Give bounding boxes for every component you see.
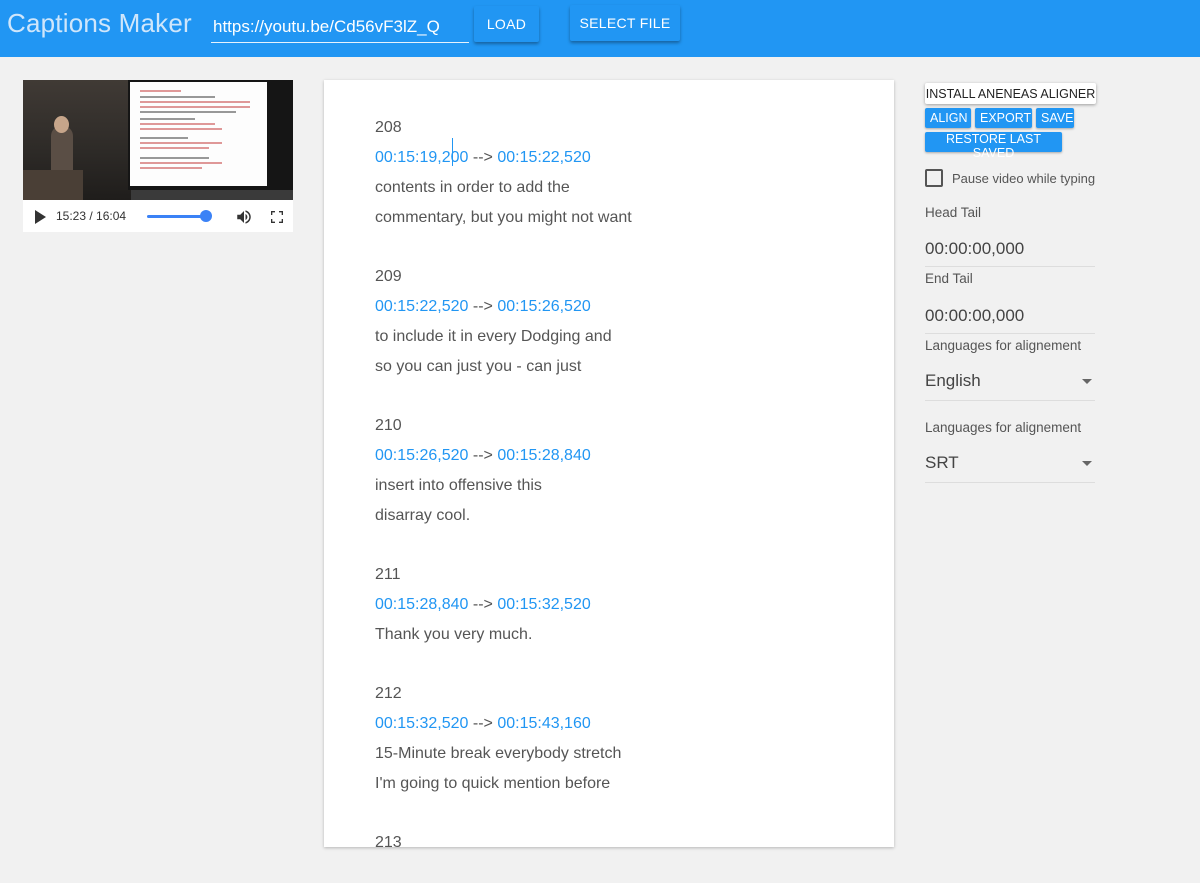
cue-arrow[interactable]: --> — [473, 596, 493, 613]
caption-block[interactable]: 211 00:15:28,840 --> 00:15:32,520 Thank … — [375, 560, 591, 650]
video-player[interactable]: 15:23 / 16:04 — [23, 80, 293, 232]
end-tail-label: End Tail — [925, 271, 973, 286]
seek-bar[interactable] — [147, 215, 206, 218]
caption-block[interactable]: 213 — [375, 828, 402, 847]
play-icon[interactable] — [35, 210, 46, 224]
save-button[interactable]: SAVE — [1036, 108, 1074, 128]
caption-block[interactable]: 209 00:15:22,520 --> 00:15:26,520 to inc… — [375, 262, 612, 382]
cue-number[interactable]: 212 — [375, 679, 621, 709]
cue-number[interactable]: 213 — [375, 828, 402, 847]
pause-video-label: Pause video while typing — [952, 171, 1096, 186]
video-speaker — [51, 126, 73, 176]
select-file-button[interactable]: SELECT FILE — [570, 5, 680, 41]
url-input[interactable] — [211, 11, 469, 43]
cue-end[interactable]: 00:15:22,520 — [497, 149, 590, 166]
pause-video-checkbox[interactable] — [925, 169, 943, 187]
cue-number[interactable]: 211 — [375, 560, 591, 590]
cue-number[interactable]: 210 — [375, 411, 591, 441]
format-value: SRT — [925, 453, 959, 472]
chevron-down-icon — [1082, 461, 1092, 466]
cue-text[interactable]: 15-Minute break everybody stretch — [375, 739, 621, 769]
app-bar: Captions Maker LOAD SELECT FILE — [0, 0, 1200, 57]
cue-end[interactable]: 00:15:43,160 — [497, 715, 590, 732]
cue-time[interactable]: 00:15:22,520 --> 00:15:26,520 — [375, 292, 612, 322]
video-slide — [130, 82, 267, 186]
caption-editor[interactable]: 208 00:15:19,200 --> 00:15:22,520 conten… — [324, 80, 894, 847]
cue-text[interactable]: I'm going to quick mention before — [375, 769, 621, 799]
format-select[interactable]: SRT — [925, 449, 1095, 483]
cue-arrow[interactable]: --> — [473, 149, 493, 166]
app-title: Captions Maker — [7, 8, 192, 38]
cue-number[interactable]: 209 — [375, 262, 612, 292]
install-aligner-button[interactable]: INSTALL ANENEAS ALIGNER — [925, 83, 1096, 104]
cue-number[interactable]: 208 — [375, 113, 632, 143]
cue-time[interactable]: 00:15:32,520 --> 00:15:43,160 — [375, 709, 621, 739]
cue-text[interactable]: commentary, but you might not want — [375, 203, 632, 233]
cue-text[interactable]: contents in order to add the — [375, 173, 632, 203]
cue-end[interactable]: 00:15:28,840 — [497, 447, 590, 464]
cue-text[interactable]: so you can just you - can just — [375, 352, 612, 382]
export-button[interactable]: EXPORT — [975, 108, 1032, 128]
video-speaker-head — [54, 116, 69, 133]
restore-last-saved-button[interactable]: RESTORE LAST SAVED — [925, 132, 1062, 160]
language-label: Languages for alignement — [925, 338, 1082, 353]
cue-arrow[interactable]: --> — [473, 298, 493, 315]
video-frame[interactable] — [23, 80, 293, 200]
cue-start[interactable]: 00:15:22,520 — [375, 298, 468, 315]
cue-time[interactable]: 00:15:26,520 --> 00:15:28,840 — [375, 441, 591, 471]
video-controls: 15:23 / 16:04 — [23, 200, 293, 232]
caption-block[interactable]: 210 00:15:26,520 --> 00:15:28,840 insert… — [375, 411, 591, 531]
seek-thumb[interactable] — [200, 210, 212, 222]
cue-start[interactable]: 00:15:32,520 — [375, 715, 468, 732]
cue-end[interactable]: 00:15:26,520 — [497, 298, 590, 315]
format-label: Languages for alignement — [925, 420, 1082, 435]
head-tail-label: Head Tail — [925, 205, 982, 220]
cue-arrow[interactable]: --> — [473, 715, 493, 732]
video-podium — [23, 170, 83, 200]
video-time: 15:23 / 16:04 — [56, 209, 127, 223]
cue-arrow[interactable]: --> — [473, 447, 493, 464]
align-button[interactable]: ALIGN — [925, 108, 971, 128]
end-tail-input[interactable]: 00:00:00,000 — [925, 306, 1095, 334]
cue-end[interactable]: 00:15:32,520 — [497, 596, 590, 613]
cue-time[interactable]: 00:15:28,840 --> 00:15:32,520 — [375, 590, 591, 620]
cue-text[interactable]: disarray cool. — [375, 501, 591, 531]
language-select[interactable]: English — [925, 367, 1095, 401]
fullscreen-icon[interactable] — [269, 209, 285, 225]
cue-text[interactable]: to include it in every Dodging and — [375, 322, 612, 352]
cue-start[interactable]: 00:15:26,520 — [375, 447, 468, 464]
cue-text[interactable]: Thank you very much. — [375, 620, 591, 650]
chevron-down-icon — [1082, 379, 1092, 384]
cue-text[interactable]: insert into offensive this — [375, 471, 591, 501]
cue-time[interactable]: 00:15:19,200 --> 00:15:22,520 — [375, 143, 632, 173]
volume-icon[interactable] — [234, 208, 254, 226]
caption-block[interactable]: 212 00:15:32,520 --> 00:15:43,160 15-Min… — [375, 679, 621, 799]
language-value: English — [925, 371, 981, 390]
cue-start[interactable]: 00:15:19,200 — [375, 149, 468, 166]
head-tail-input[interactable]: 00:00:00,000 — [925, 239, 1095, 267]
cue-start[interactable]: 00:15:28,840 — [375, 596, 468, 613]
load-button[interactable]: LOAD — [474, 6, 539, 42]
caption-block[interactable]: 208 00:15:19,200 --> 00:15:22,520 conten… — [375, 113, 632, 233]
